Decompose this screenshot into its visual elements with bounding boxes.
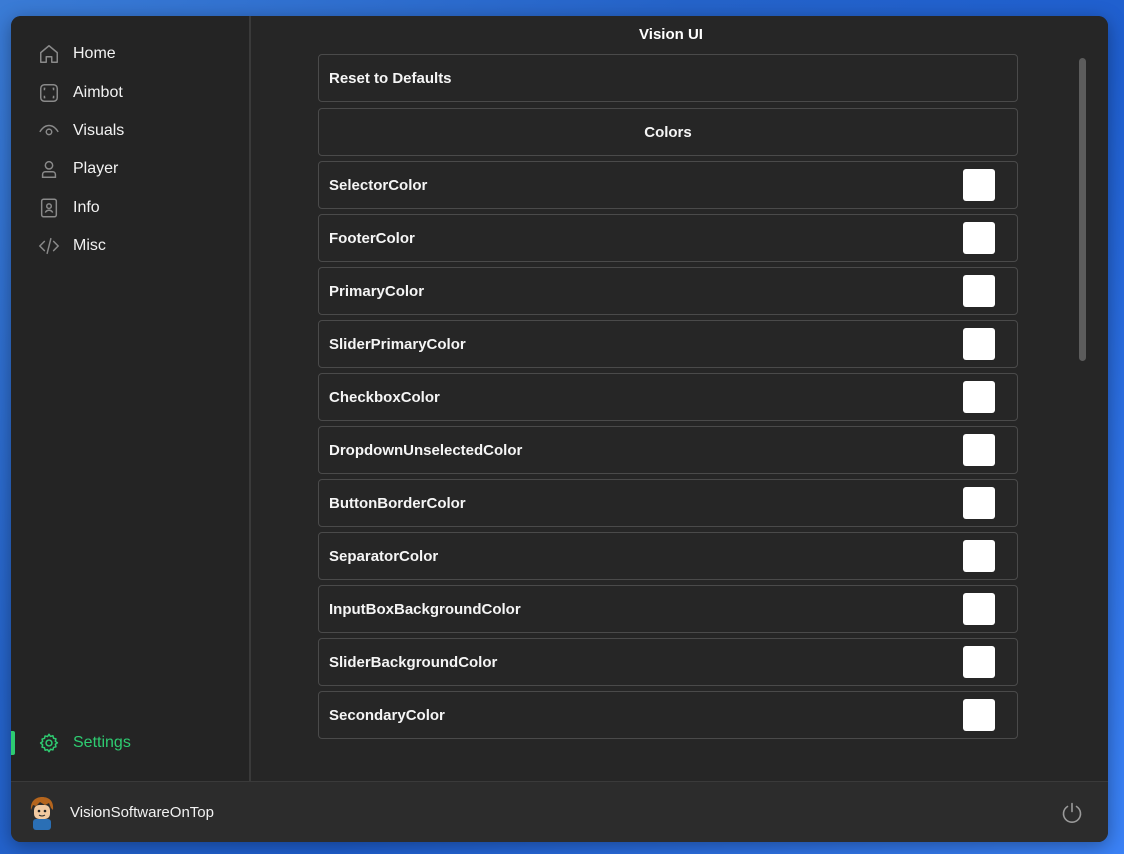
color-row-label: FooterColor [329,229,415,247]
color-row-inputbox-background: InputBoxBackgroundColor [318,585,1018,633]
color-row-slider-background: SliderBackgroundColor [318,638,1018,686]
color-swatch[interactable] [963,593,995,625]
footer: VisionSoftwareOnTop [11,781,1108,842]
sidebar-nav: Home Aimbot Visuals Player Info Misc [11,35,249,265]
sidebar-item-player[interactable]: Player [11,150,249,188]
gear-icon [38,732,60,754]
avatar-icon [27,796,57,830]
color-row-slider-primary: SliderPrimaryColor [318,320,1018,368]
color-swatch[interactable] [963,222,995,254]
color-row-label: SliderPrimaryColor [329,335,466,353]
sidebar-item-settings[interactable]: Settings [11,725,249,761]
color-row-checkbox: CheckboxColor [318,373,1018,421]
color-row-button-border: ButtonBorderColor [318,479,1018,527]
color-swatch[interactable] [963,699,995,731]
user-icon [38,158,60,180]
color-row-label: PrimaryColor [329,282,425,300]
color-swatch[interactable] [963,487,995,519]
color-row-dropdown-unselected: DropdownUnselectedColor [318,426,1018,474]
sidebar-item-label: Home [73,45,116,63]
crosshair-frame-icon [38,82,60,104]
color-row-label: SelectorColor [329,176,428,194]
username: VisionSoftwareOnTop [70,804,214,821]
sidebar-item-label: Player [73,160,119,178]
color-row-label: SliderBackgroundColor [329,653,498,671]
sidebar-item-label: Misc [73,237,106,255]
sidebar-item-label: Visuals [73,121,125,139]
color-row-label: CheckboxColor [329,388,440,406]
color-row-label: SeparatorColor [329,547,439,565]
settings-panel: Vision UI Reset to Defaults Colors Selec… [251,16,1108,781]
sidebar-item-label: Info [73,198,100,216]
color-row-label: SecondaryColor [329,706,445,724]
code-icon [38,235,60,257]
color-swatch[interactable] [963,381,995,413]
color-row-footer: FooterColor [318,214,1018,262]
color-row-label: ButtonBorderColor [329,494,466,512]
color-swatch[interactable] [963,275,995,307]
color-row-label: InputBoxBackgroundColor [329,600,521,618]
sidebar-item-label: Settings [73,734,131,751]
sidebar-item-home[interactable]: Home [11,35,249,73]
section-header-label: Colors [644,123,692,141]
color-swatch[interactable] [963,434,995,466]
section-header-colors: Colors [318,108,1018,156]
color-row-primary: PrimaryColor [318,267,1018,315]
sidebar-item-label: Aimbot [73,83,123,101]
sidebar: Home Aimbot Visuals Player Info Misc Set… [11,16,251,781]
color-row-selector: SelectorColor [318,161,1018,209]
color-swatch[interactable] [963,169,995,201]
active-indicator [11,731,15,755]
color-swatch[interactable] [963,328,995,360]
color-row-separator: SeparatorColor [318,532,1018,580]
power-icon[interactable] [1059,800,1085,826]
home-icon [38,43,60,65]
color-row-label: DropdownUnselectedColor [329,441,523,459]
sidebar-item-visuals[interactable]: Visuals [11,112,249,150]
color-swatch[interactable] [963,646,995,678]
settings-list: Reset to Defaults Colors SelectorColor F… [318,54,1018,744]
reset-label: Reset to Defaults [329,69,452,87]
color-swatch[interactable] [963,540,995,572]
app-window: Home Aimbot Visuals Player Info Misc Set… [11,16,1108,842]
sidebar-item-misc[interactable]: Misc [11,227,249,265]
sidebar-item-aimbot[interactable]: Aimbot [11,73,249,111]
color-row-secondary: SecondaryColor [318,691,1018,739]
reset-to-defaults-button[interactable]: Reset to Defaults [318,54,1018,102]
scrollbar-thumb[interactable] [1079,58,1086,361]
eye-icon [38,120,60,142]
sidebar-item-info[interactable]: Info [11,189,249,227]
page-title: Vision UI [639,26,703,43]
contact-card-icon [38,197,60,219]
